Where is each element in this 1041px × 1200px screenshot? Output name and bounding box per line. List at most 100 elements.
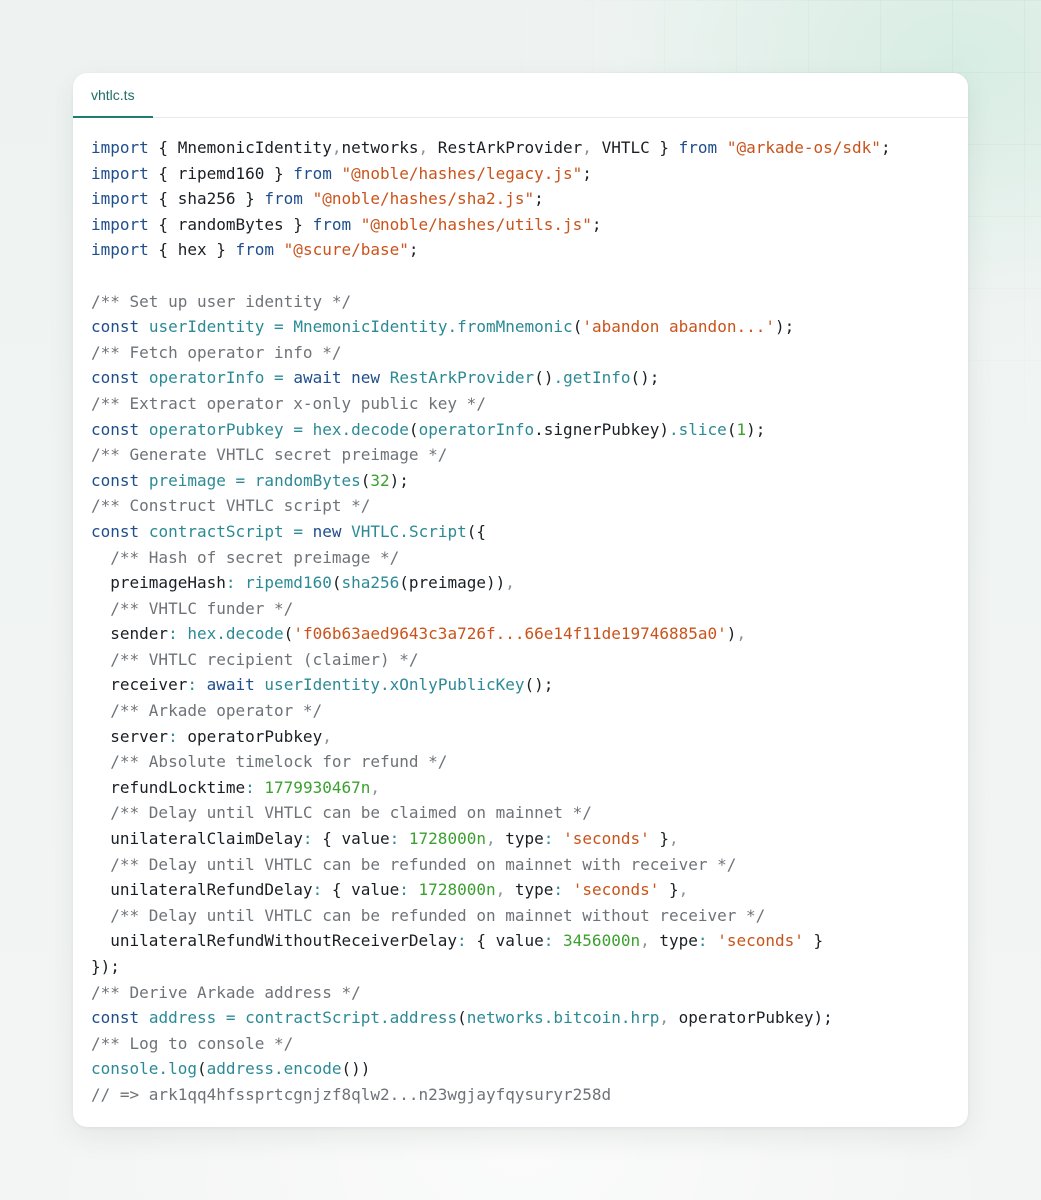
function-token: : [543, 829, 554, 849]
identifier-token: ( [408, 419, 419, 439]
identifier-token: unilateralClaimDelay [91, 829, 303, 849]
identifier-token: } [649, 829, 670, 849]
identifier-token: ( [196, 1059, 207, 1079]
function-token: hex.decode [187, 624, 284, 644]
code-line: server: operatorPubkey, [91, 724, 891, 750]
identifier-token: ); [774, 317, 795, 337]
code-line: /** Absolute timelock for refund */ [91, 749, 891, 775]
string-token: 'seconds' [572, 880, 660, 900]
identifier-token [284, 368, 294, 387]
identifier-token: .signerPubkey) [534, 419, 670, 439]
identifier-token [303, 420, 313, 439]
code-line: const contractScript = new VHTLC.Script(… [91, 519, 891, 545]
function-token: VHTLC.Script [351, 521, 467, 541]
string-token: "@scure/base" [283, 240, 409, 260]
comment-token: /** Construct VHTLC script */ [91, 496, 371, 516]
identifier-token [91, 650, 110, 669]
identifier-token: () [534, 368, 554, 388]
function-token: userIdentity.xOnlyPublicKey [264, 675, 525, 695]
code-line: /** Extract operator x-only public key *… [91, 391, 891, 417]
identifier-token [236, 573, 246, 592]
keyword-token: const [91, 317, 140, 337]
code-line: /** Derive Arkade address */ [91, 980, 891, 1006]
identifier-token: networks [341, 138, 419, 157]
number-token: 32 [370, 470, 390, 490]
identifier-token: ); [746, 419, 766, 439]
code-line: import { hex } from "@scure/base"; [91, 237, 891, 263]
identifier-token: sender [91, 624, 169, 644]
keyword-token: await [293, 368, 342, 388]
string-token: "@noble/hashes/legacy.js" [341, 163, 583, 183]
function-token: .getInfo [553, 368, 631, 388]
identifier-token [342, 522, 352, 541]
function-token: networks.bitcoin.hrp [466, 1008, 660, 1028]
keyword-token: from [293, 163, 332, 183]
function-token: : [187, 675, 197, 695]
keyword-token: import [91, 240, 149, 260]
keyword-token: import [91, 163, 149, 183]
code-block[interactable]: import { MnemonicIdentity,networks, Rest… [91, 135, 891, 1108]
keyword-token: import [91, 214, 149, 234]
identifier-token: type [505, 880, 554, 900]
identifier-token: (); [630, 368, 660, 388]
identifier-token: ({ [466, 521, 486, 541]
comment-token: /** Delay until VHTLC can be refunded on… [110, 854, 737, 874]
identifier-token [216, 1008, 226, 1027]
identifier-token [717, 138, 727, 157]
identifier-token [563, 880, 573, 899]
identifier-token: unilateralRefundDelay [91, 880, 313, 900]
identifier-token [139, 368, 149, 387]
identifier-token [284, 522, 294, 541]
code-line: /** Generate VHTLC secret preimage */ [91, 442, 891, 468]
comment-token: /** Extract operator x-only public key *… [91, 393, 486, 413]
code-line: /** VHTLC funder */ [91, 596, 891, 622]
punctuation-token: , [678, 880, 689, 900]
function-token: console.log [91, 1059, 197, 1079]
identifier-token [91, 548, 110, 567]
identifier-token [380, 368, 390, 387]
punctuation-token: , [370, 777, 381, 797]
identifier-token [284, 420, 294, 439]
comment-token: /** VHTLC funder */ [110, 598, 294, 618]
code-line: unilateralClaimDelay: { value: 1728000n,… [91, 826, 891, 852]
code-line: const userIdentity = MnemonicIdentity.fr… [91, 314, 891, 340]
identifier-token: { hex } [148, 240, 236, 260]
identifier-token [139, 317, 149, 336]
identifier-token [226, 471, 236, 490]
comment-token: /** Generate VHTLC secret preimage */ [91, 445, 448, 465]
punctuation-token: , [736, 624, 747, 644]
identifier-token: preimageHash [91, 573, 226, 593]
identifier-token: ( [457, 1008, 467, 1028]
code-line: console.log(address.encode()) [91, 1056, 891, 1082]
identifier-token: } [659, 880, 679, 900]
identifier-token [708, 931, 718, 950]
keyword-token: from [264, 189, 303, 209]
identifier-token: ; [582, 163, 592, 183]
punctuation-token: , [669, 829, 679, 849]
function-token: = [274, 317, 284, 337]
code-line: preimageHash: ripemd160(sha256(preimage)… [91, 570, 891, 596]
keyword-token: new [351, 368, 381, 388]
keyword-token: from [312, 214, 352, 234]
code-line: /** Set up user identity */ [91, 289, 891, 315]
function-token: : [168, 624, 178, 644]
string-token: 'seconds' [717, 931, 804, 951]
identifier-token [197, 675, 207, 694]
identifier-token [342, 368, 352, 387]
code-line: const address = contractScript.address(n… [91, 1005, 891, 1031]
identifier-token [255, 675, 265, 694]
comment-token: /** Delay until VHTLC can be claimed on … [110, 803, 592, 823]
comment-token: /** Set up user identity */ [91, 291, 352, 311]
identifier-token: operatorPubkey [177, 726, 323, 746]
function-token: contractScript.address [245, 1008, 458, 1028]
identifier-token: ; [880, 138, 891, 157]
function-token: : [553, 880, 564, 900]
identifier-token: type [495, 829, 544, 849]
identifier-token: ; [591, 214, 602, 234]
keyword-token: const [91, 521, 140, 541]
punctuation-token: , [495, 880, 506, 900]
identifier-token [553, 931, 563, 950]
file-tab-vhtlc-ts[interactable]: vhtlc.ts [73, 73, 153, 118]
identifier-token: }); [91, 957, 120, 976]
code-line: import { ripemd160 } from "@noble/hashes… [91, 161, 891, 187]
